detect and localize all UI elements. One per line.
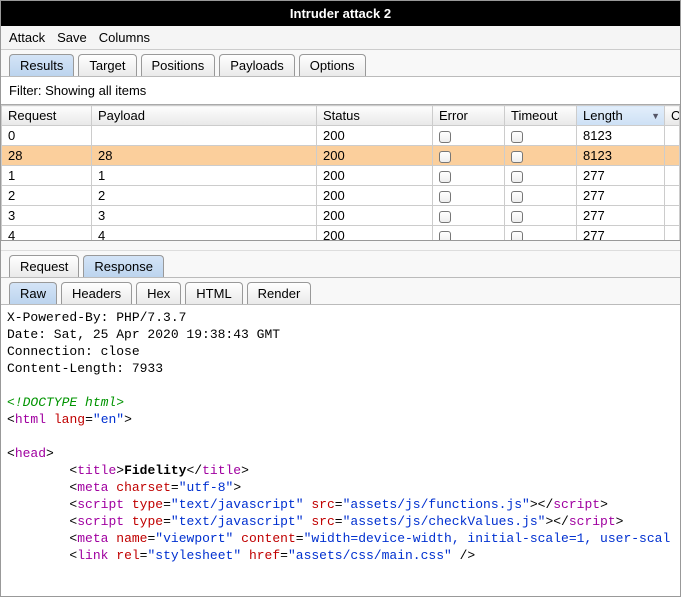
tab-html[interactable]: HTML [185, 282, 242, 304]
tab-response[interactable]: Response [83, 255, 164, 277]
tab-render[interactable]: Render [247, 282, 312, 304]
table-row[interactable]: 22200277 [2, 186, 680, 206]
tab-hex[interactable]: Hex [136, 282, 181, 304]
tab-options[interactable]: Options [299, 54, 366, 76]
checkbox-icon [511, 191, 523, 203]
col-comment[interactable]: Comm [665, 106, 680, 126]
hdr-date: Date: Sat, 25 Apr 2020 19:38:43 GMT [7, 327, 280, 342]
table-header-row: Request Payload Status Error Timeout Len… [2, 106, 680, 126]
tab-target[interactable]: Target [78, 54, 136, 76]
body-doctype: <!DOCTYPE html> [7, 395, 124, 410]
menu-columns[interactable]: Columns [99, 30, 150, 45]
table-row[interactable]: 33200277 [2, 206, 680, 226]
detail-tabbar: Request Response [1, 251, 680, 278]
col-request[interactable]: Request [2, 106, 92, 126]
checkbox-icon [511, 151, 523, 163]
filter-text: Filter: Showing all items [9, 83, 146, 98]
menu-attack[interactable]: Attack [9, 30, 45, 45]
window-title: Intruder attack 2 [290, 6, 391, 21]
hdr-content-length: Content-Length: 7933 [7, 361, 163, 376]
checkbox-icon [439, 191, 451, 203]
tab-payloads[interactable]: Payloads [219, 54, 294, 76]
checkbox-icon [511, 131, 523, 143]
tab-headers[interactable]: Headers [61, 282, 132, 304]
col-timeout[interactable]: Timeout [505, 106, 577, 126]
tab-raw[interactable]: Raw [9, 282, 57, 304]
menu-bar: Attack Save Columns [1, 26, 680, 50]
view-tabbar: Raw Headers Hex HTML Render [1, 278, 680, 305]
window-titlebar: Intruder attack 2 [1, 1, 680, 26]
results-table: Request Payload Status Error Timeout Len… [1, 105, 680, 241]
filter-bar[interactable]: Filter: Showing all items [1, 77, 680, 105]
hdr-connection: Connection: close [7, 344, 140, 359]
col-payload[interactable]: Payload [92, 106, 317, 126]
table-row[interactable]: 02008123 [2, 126, 680, 146]
tab-request[interactable]: Request [9, 255, 79, 277]
col-error[interactable]: Error [433, 106, 505, 126]
tab-results[interactable]: Results [9, 54, 74, 76]
checkbox-icon [511, 231, 523, 241]
tab-positions[interactable]: Positions [141, 54, 216, 76]
checkbox-icon [439, 211, 451, 223]
main-tabbar: Results Target Positions Payloads Option… [1, 50, 680, 77]
checkbox-icon [511, 171, 523, 183]
sort-indicator-icon: ▼ [651, 111, 660, 121]
col-status[interactable]: Status [317, 106, 433, 126]
table-row[interactable]: 11200277 [2, 166, 680, 186]
menu-save[interactable]: Save [57, 30, 87, 45]
checkbox-icon [439, 231, 451, 241]
response-raw-pane[interactable]: X-Powered-By: PHP/7.3.7 Date: Sat, 25 Ap… [1, 305, 680, 596]
checkbox-icon [439, 131, 451, 143]
checkbox-icon [439, 151, 451, 163]
splitter[interactable] [1, 241, 680, 251]
checkbox-icon [439, 171, 451, 183]
table-row[interactable]: 44200277 [2, 226, 680, 242]
results-table-wrap: Request Payload Status Error Timeout Len… [1, 105, 680, 241]
table-row[interactable]: 28282008123 [2, 146, 680, 166]
hdr-x-powered: X-Powered-By: PHP/7.3.7 [7, 310, 186, 325]
col-length[interactable]: Length ▼ [577, 106, 665, 126]
checkbox-icon [511, 211, 523, 223]
